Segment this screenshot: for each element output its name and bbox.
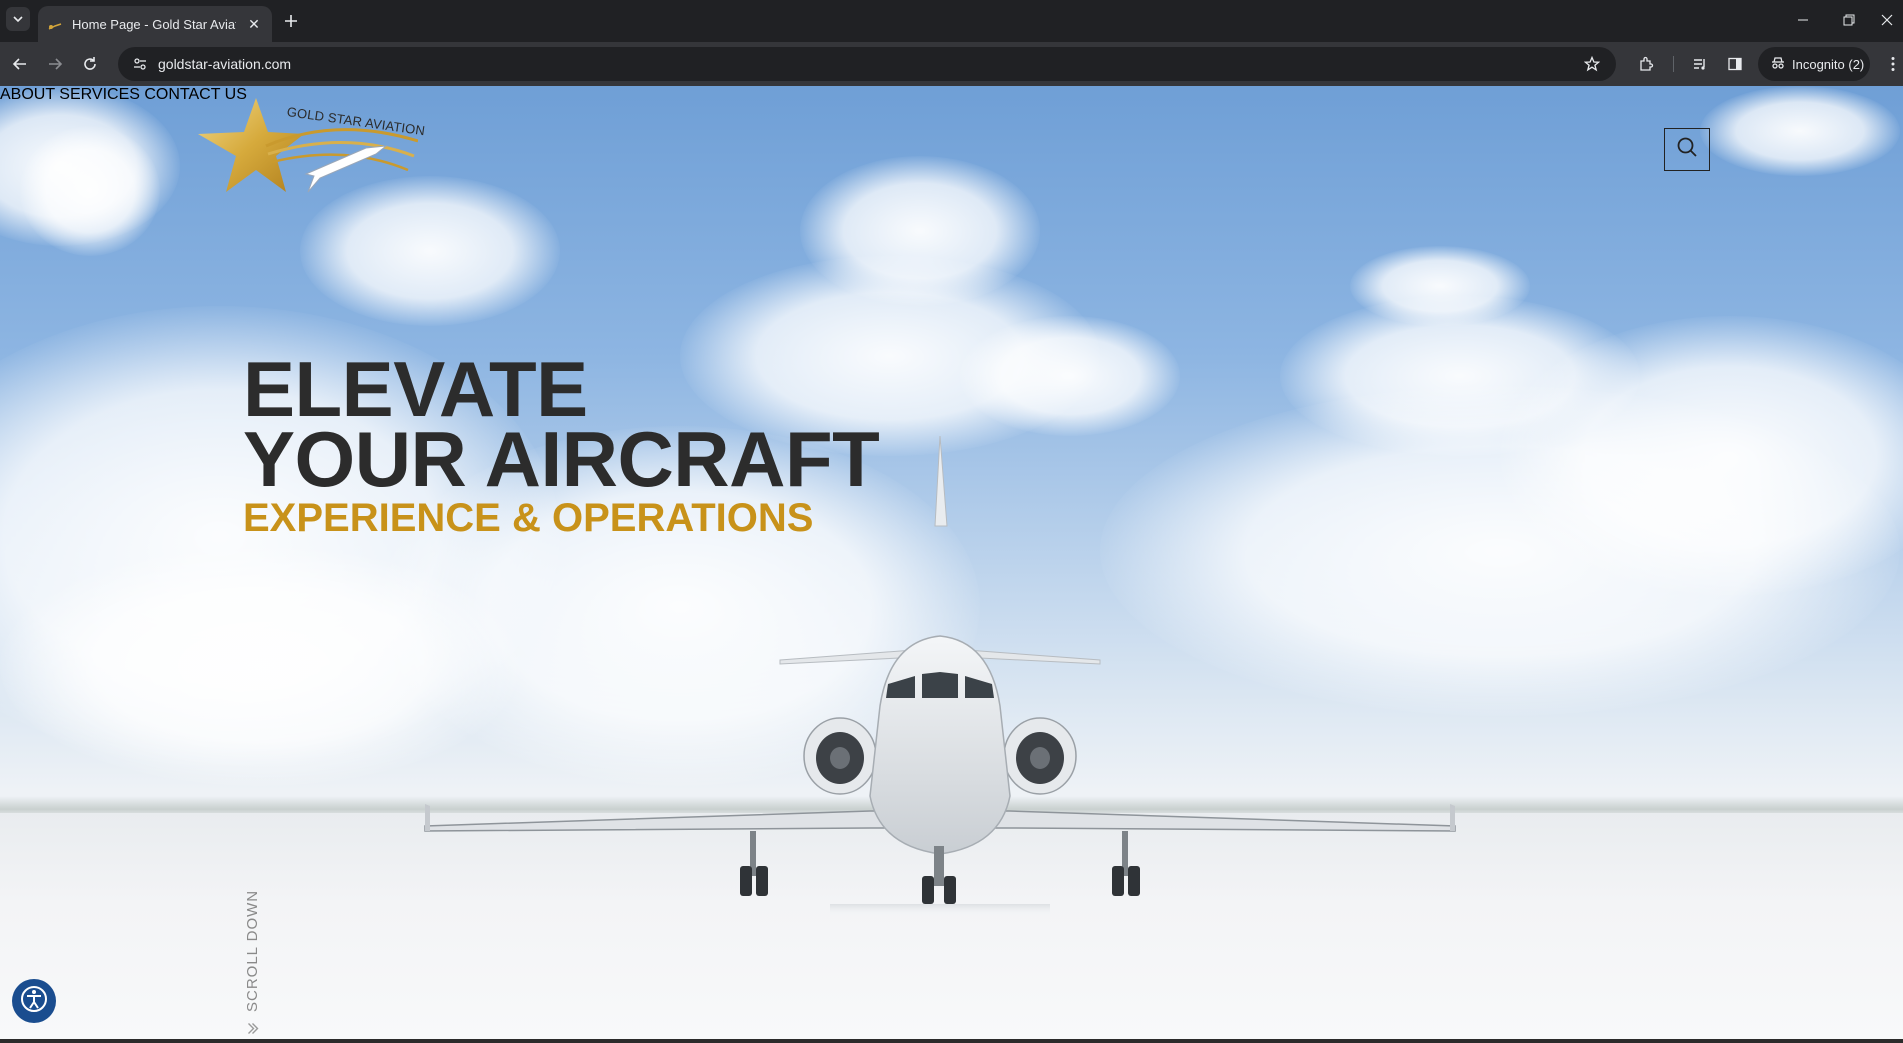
forward-icon[interactable] xyxy=(43,52,67,76)
tab-title: Home Page - Gold Star Aviation xyxy=(72,16,236,32)
minimize-button[interactable] xyxy=(1780,6,1826,34)
accessibility-button[interactable] xyxy=(12,979,56,1023)
search-icon xyxy=(1676,136,1698,163)
favicon-icon xyxy=(48,19,62,30)
new-tab-button[interactable] xyxy=(280,10,302,32)
reload-icon[interactable] xyxy=(78,52,102,76)
site-info-icon[interactable] xyxy=(130,54,150,74)
double-chevron-icon xyxy=(245,1022,262,1036)
close-window-button[interactable] xyxy=(1870,6,1903,34)
nav-about[interactable]: ABOUT xyxy=(0,86,55,103)
incognito-label: Incognito (2) xyxy=(1792,56,1865,72)
active-tab[interactable]: Home Page - Gold Star Aviation ✕ xyxy=(38,6,272,42)
menu-icon[interactable] xyxy=(1886,54,1900,74)
incognito-badge[interactable]: Incognito (2) xyxy=(1758,47,1870,81)
tab-search-icon[interactable] xyxy=(6,7,30,31)
incognito-icon xyxy=(1770,56,1786,73)
site-header: GOLD STAR AVIATION ABOUT SERVICES CONTAC… xyxy=(0,86,1903,196)
media-icon[interactable] xyxy=(1690,54,1710,74)
side-panel-icon[interactable] xyxy=(1725,54,1745,74)
browser-tab-bar: Home Page - Gold Star Aviation ✕ xyxy=(0,0,1903,42)
restore-button[interactable] xyxy=(1826,6,1872,34)
site-search-button[interactable] xyxy=(1664,128,1710,171)
page-viewport: GOLD STAR AVIATION ABOUT SERVICES CONTAC… xyxy=(0,86,1903,1039)
nav-services[interactable]: SERVICES xyxy=(59,86,140,103)
url-text[interactable]: goldstar-aviation.com xyxy=(158,56,1582,72)
hero-title-line2: YOUR AIRCRAFT xyxy=(243,415,880,503)
hero-subtitle: EXPERIENCE & OPERATIONS xyxy=(243,496,814,540)
extensions-icon[interactable] xyxy=(1636,54,1656,74)
close-tab-icon[interactable]: ✕ xyxy=(246,16,262,33)
bottom-edge xyxy=(0,1039,1903,1043)
scroll-down-label: SCROLL DOWN xyxy=(244,889,261,1012)
address-bar[interactable]: goldstar-aviation.com xyxy=(118,47,1616,81)
back-icon[interactable] xyxy=(8,52,32,76)
browser-toolbar: goldstar-aviation.com Incognito (2) xyxy=(0,42,1903,86)
star-bookmark-icon[interactable] xyxy=(1582,54,1602,74)
scroll-down-link[interactable]: SCROLL DOWN xyxy=(244,806,266,1036)
toolbar-separator xyxy=(1673,56,1674,72)
accessibility-icon xyxy=(19,984,49,1019)
